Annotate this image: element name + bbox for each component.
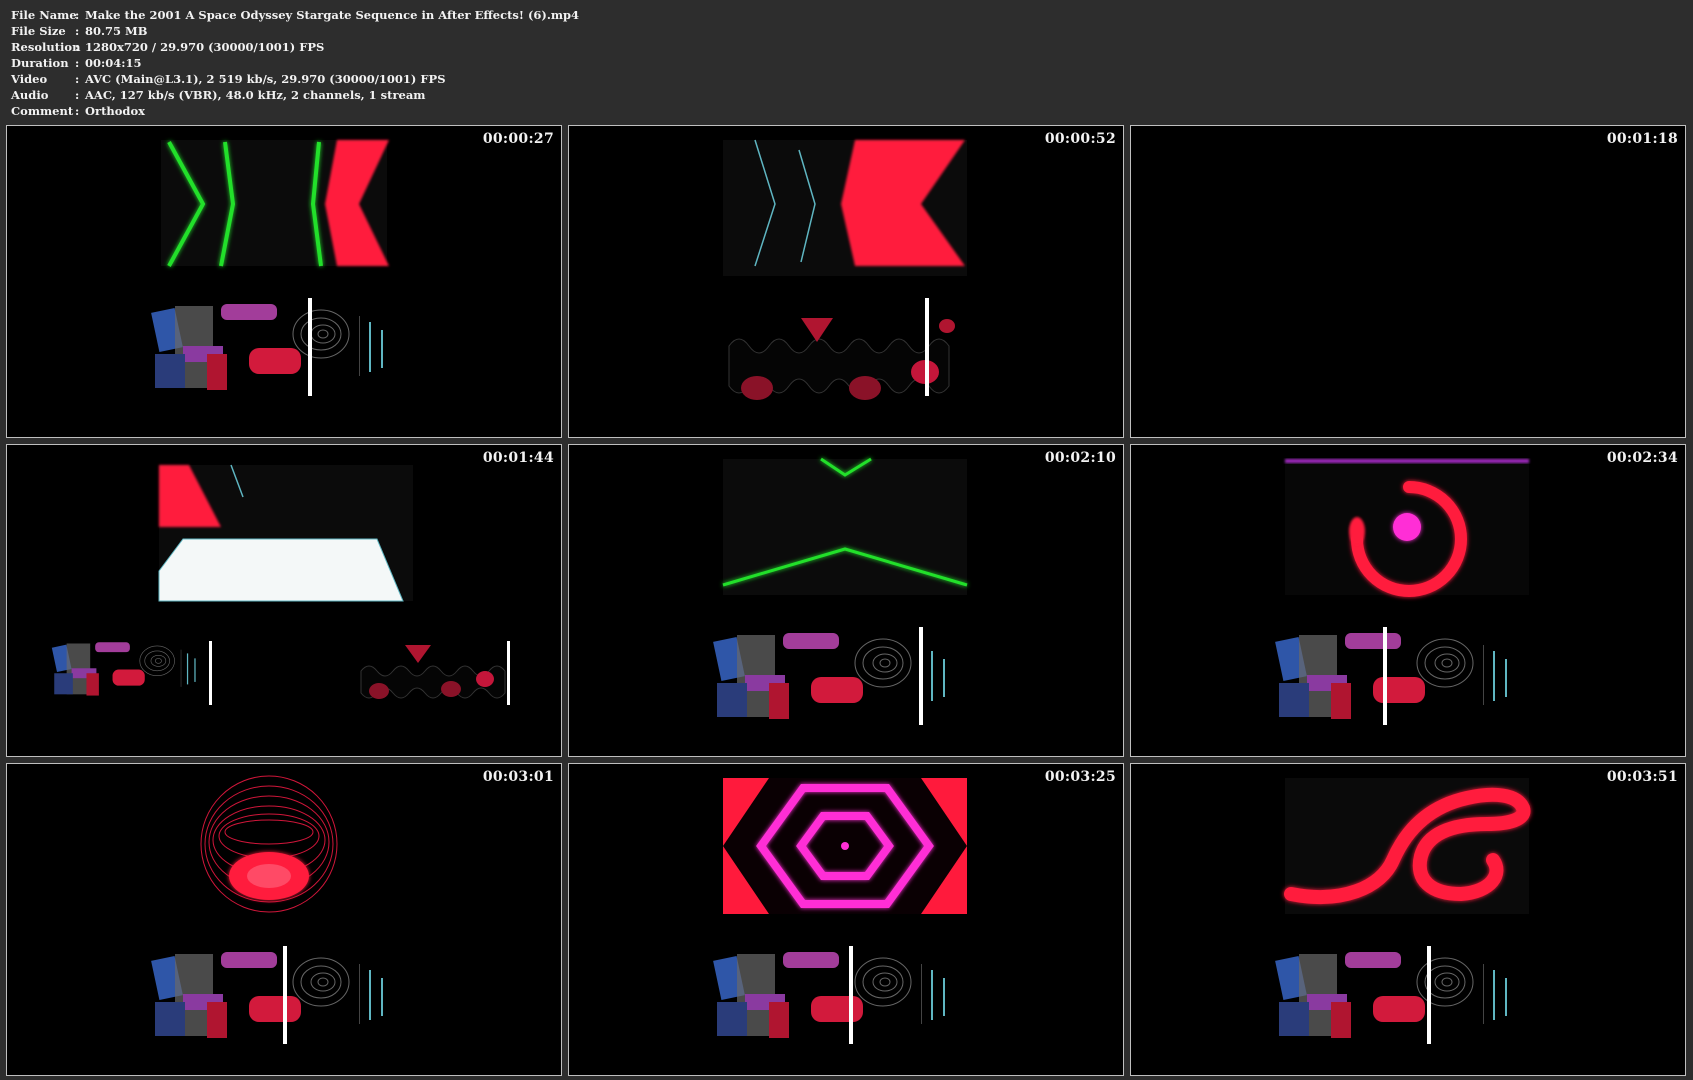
meta-label: File Size — [11, 24, 66, 38]
file-info-panel: File Name: Make the 2001 A Space Odyssey … — [11, 7, 579, 119]
thumbnail-frame[interactable]: 00:03:25 — [568, 763, 1124, 1076]
meta-separator: : — [75, 24, 80, 38]
file-size-value: 80.75 MB — [85, 24, 148, 38]
file-size-row: File Size:80.75 MB — [11, 23, 579, 39]
file-name-value: Make the 2001 A Space Odyssey Stargate S… — [85, 8, 580, 22]
meta-label: Video — [11, 72, 48, 86]
thumbnail-frame[interactable]: 00:03:01 — [6, 763, 562, 1076]
comment-row: Comment: Orthodox — [11, 103, 579, 119]
video-row: Video: AVC (Main@L3.1), 2 519 kb/s, 29.97… — [11, 71, 579, 87]
frame-timestamp: 00:02:10 — [1044, 450, 1116, 466]
thumbnail-grid: 00:00:27 00:00:52 00:01:18 00:01:44 00:0… — [6, 125, 1686, 1076]
meta-label: Resolution — [11, 40, 81, 54]
frame-black-image — [1131, 126, 1685, 437]
thumbnail-frame[interactable]: 00:00:27 — [6, 125, 562, 438]
frame-timestamp: 00:01:18 — [1606, 131, 1678, 147]
resolution-row: Resolution:1280x720 / 29.970 (30000/1001… — [11, 39, 579, 55]
thumbnail-frame[interactable]: 00:02:10 — [568, 444, 1124, 757]
thumbnail-frame[interactable]: 00:01:44 — [6, 444, 562, 757]
thumbnail-frame[interactable]: 00:01:18 — [1130, 125, 1686, 438]
file-name-row: File Name: Make the 2001 A Space Odyssey … — [11, 7, 579, 23]
frame-timestamp: 00:02:34 — [1606, 450, 1678, 466]
frame-red-chevron-image — [723, 139, 967, 400]
frame-red-sphere-image — [150, 775, 384, 1044]
frame-magenta-hexagon-image — [712, 778, 967, 1044]
video-value: AVC (Main@L3.1), 2 519 kb/s, 29.970 (300… — [85, 72, 446, 86]
duration-value: 00:04:15 — [85, 56, 142, 70]
frame-timestamp: 00:03:01 — [482, 769, 554, 785]
meta-separator: : — [75, 88, 80, 102]
frame-timestamp: 00:00:52 — [1044, 131, 1116, 147]
meta-label: File Name — [11, 8, 77, 22]
frame-white-trapezoid-image — [51, 464, 510, 705]
meta-separator: : — [75, 40, 80, 54]
comment-value: Orthodox — [85, 104, 145, 118]
frame-red-ring-image — [1274, 459, 1529, 725]
meta-label: Duration — [11, 56, 69, 70]
meta-separator: : — [75, 56, 80, 70]
frame-timestamp: 00:01:44 — [482, 450, 554, 466]
frame-green-chevrons-image — [150, 140, 389, 396]
frame-timestamp: 00:03:25 — [1044, 769, 1116, 785]
frame-timestamp: 00:03:51 — [1606, 769, 1678, 785]
meta-separator: : — [75, 8, 80, 22]
duration-row: Duration:00:04:15 — [11, 55, 579, 71]
thumbnail-frame[interactable]: 00:02:34 — [1130, 444, 1686, 757]
resolution-value: 1280x720 / 29.970 (30000/1001) FPS — [85, 40, 325, 54]
meta-label: Comment — [11, 104, 74, 118]
meta-separator: : — [75, 72, 80, 86]
frame-green-lines-image — [712, 457, 968, 725]
frame-timestamp: 00:00:27 — [482, 131, 554, 147]
frame-red-swirl-image — [1274, 778, 1531, 1044]
meta-separator: : — [75, 104, 80, 118]
thumbnail-frame[interactable]: 00:03:51 — [1130, 763, 1686, 1076]
audio-row: Audio: AAC, 127 kb/s (VBR), 48.0 kHz, 2 c… — [11, 87, 579, 103]
thumbnail-frame[interactable]: 00:00:52 — [568, 125, 1124, 438]
audio-value: AAC, 127 kb/s (VBR), 48.0 kHz, 2 channel… — [85, 88, 426, 102]
meta-label: Audio — [11, 88, 49, 102]
